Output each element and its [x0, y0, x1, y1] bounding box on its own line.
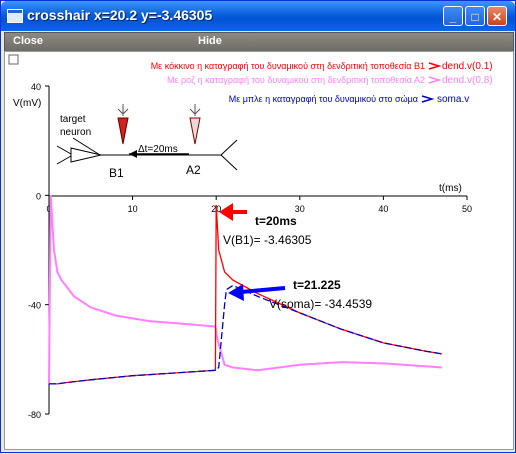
- window-title: crosshair x=20.2 y=-3.46305: [27, 7, 213, 23]
- site-b1-label: B1: [109, 166, 124, 180]
- target-label-2: neuron: [60, 127, 91, 138]
- trace-dend-v-0-1-: [49, 204, 443, 385]
- legend-arrow-pink-icon: [428, 76, 442, 84]
- x-tick-label: 50: [462, 204, 472, 214]
- window-icon: [7, 9, 23, 23]
- red-time-label: t=20ms: [255, 214, 297, 228]
- y-tick-label: 40: [31, 82, 41, 92]
- x-axis-label: t(ms): [439, 183, 462, 194]
- legend-label-blue: soma.v: [437, 94, 469, 105]
- plot-svg[interactable]: Με κόκκινο η καταγραφή του δυναμικού στη…: [5, 52, 513, 449]
- soma-shape: [70, 147, 102, 163]
- graph-panel[interactable]: Με κόκκινο η καταγραφή του δυναμικού στη…: [4, 51, 514, 450]
- blue-time-label: t=21.225: [293, 278, 341, 292]
- legend-label-pink: dend.v(0.8): [442, 75, 493, 86]
- menu-bar: Close Hide: [4, 32, 514, 52]
- close-menu-item[interactable]: Close: [13, 35, 43, 47]
- legend-arrow-red-icon: [428, 62, 442, 70]
- site-a2-label: A2: [186, 163, 201, 177]
- x-tick-label: 30: [295, 204, 305, 214]
- x-tick-label: 10: [128, 204, 138, 214]
- neuron-schematic: target neuron Δt=20ms B1 A2: [56, 104, 238, 180]
- electrode-b1-icon: [117, 104, 129, 145]
- delay-arrowhead-icon: [129, 150, 137, 158]
- maximize-icon: □: [471, 10, 479, 24]
- y-axis-label: V(mV): [13, 98, 41, 109]
- close-button[interactable]: ✕: [487, 6, 507, 26]
- window: crosshair x=20.2 y=-3.46305 _ □ ✕ Close …: [0, 0, 516, 453]
- view-checkbox[interactable]: [8, 54, 19, 65]
- legend-text-blue: Με μπλε η καταγραφή του δυναμικού στο σώ…: [229, 94, 418, 104]
- soma-dendrites: [56, 145, 72, 165]
- delay-label: Δt=20ms: [138, 144, 178, 155]
- y-tick-label: -40: [28, 301, 41, 311]
- legend-label-red: dend.v(0.1): [442, 61, 493, 72]
- maximize-button[interactable]: □: [465, 6, 485, 26]
- legend-text-pink: Με ροζ η καταγραφή του δυναμικού στη δεν…: [167, 75, 425, 85]
- hide-menu-item[interactable]: Hide: [198, 35, 222, 47]
- y-tick-label: -80: [28, 410, 41, 420]
- legend-text-red: Με κόκκινο η καταγραφή του δυναμικού στη…: [151, 61, 425, 71]
- minimize-icon: _: [449, 10, 457, 24]
- x-tick-label: 40: [378, 204, 388, 214]
- electrode-a2-icon: [189, 104, 201, 145]
- legend-arrow-blue-icon: [421, 95, 435, 103]
- red-value-label: V(B1)= -3.46305: [223, 233, 312, 247]
- dendrite-branch: [220, 139, 238, 171]
- minimize-button[interactable]: _: [443, 6, 463, 26]
- target-label-1: target: [60, 114, 86, 125]
- blue-value-label: V(soma)= -34.4539: [269, 297, 372, 311]
- title-bar[interactable]: crosshair x=20.2 y=-3.46305 _ □ ✕: [1, 1, 515, 31]
- close-icon: ✕: [491, 10, 503, 24]
- y-tick-label: 0: [36, 191, 41, 201]
